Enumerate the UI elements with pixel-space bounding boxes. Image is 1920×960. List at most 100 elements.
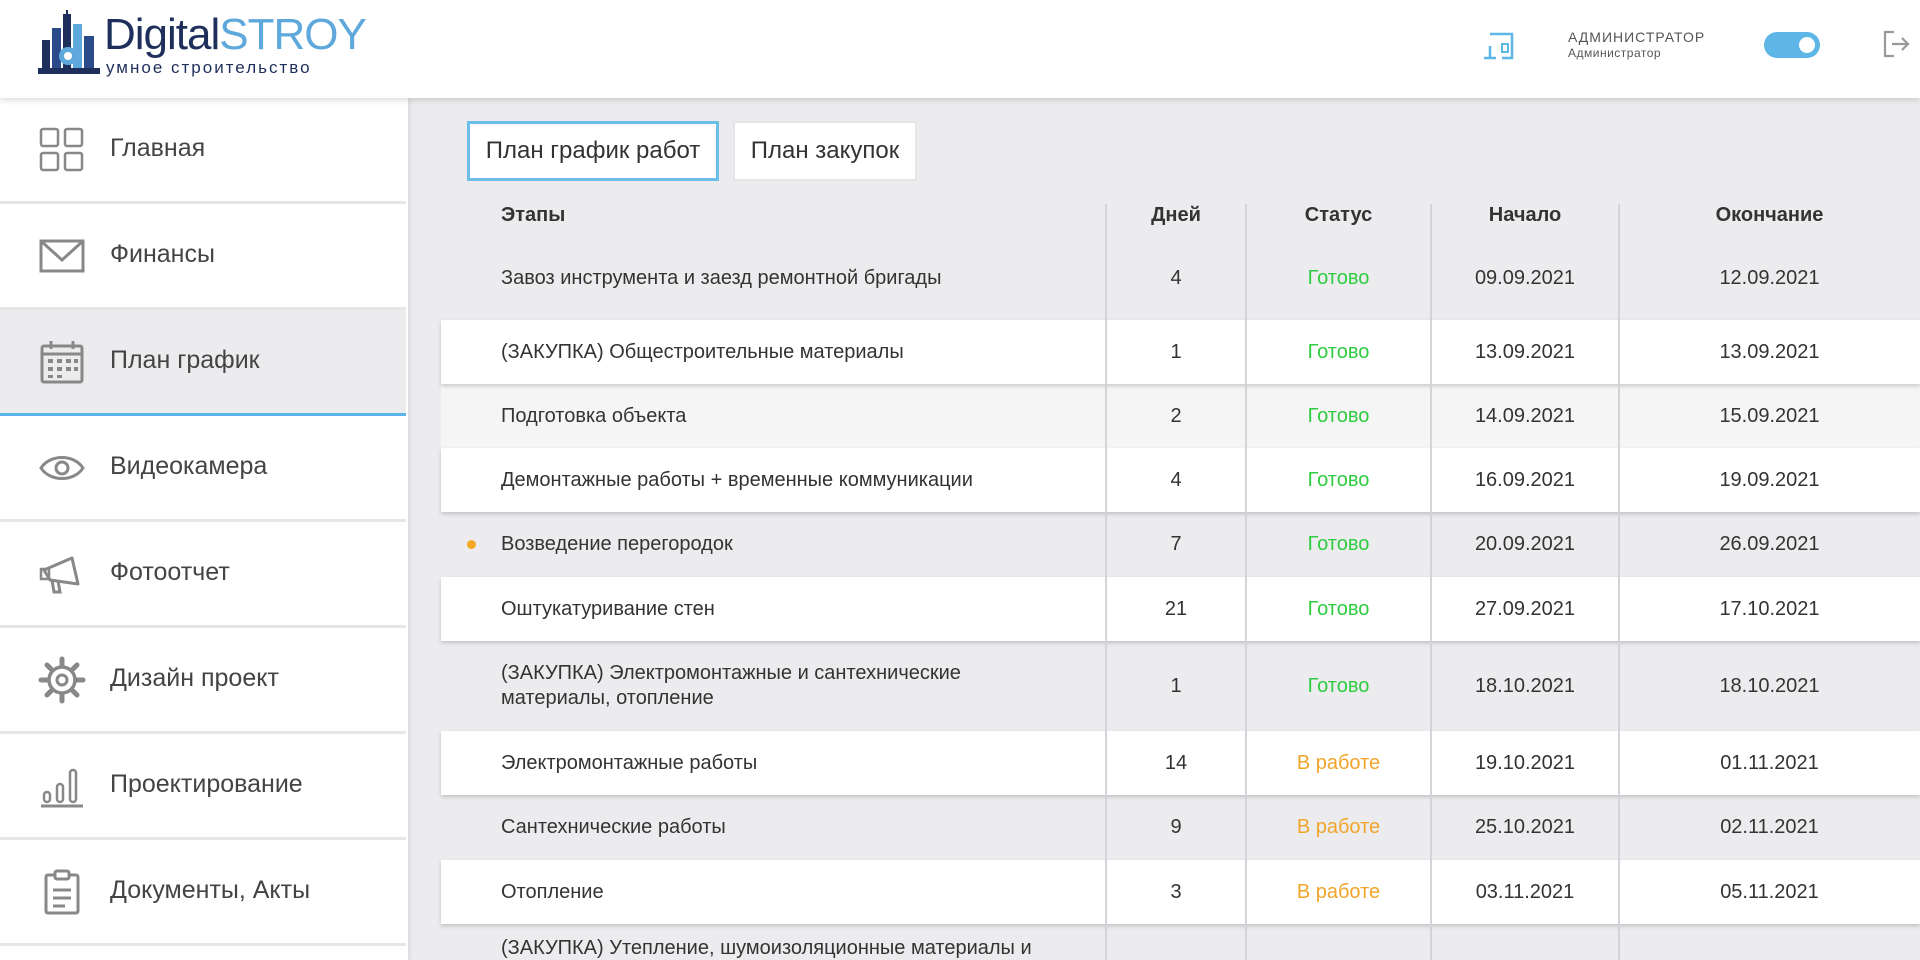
sidebar-item-label: Финансы xyxy=(110,240,215,268)
status-badge: Готово xyxy=(1307,404,1370,427)
sidebar-item-camera[interactable]: Видеокамера xyxy=(0,416,406,522)
table-row[interactable]: (ЗАКУПКА) Утепление, шумоизоляционные ма… xyxy=(441,924,1920,960)
tab-purchase-plan[interactable]: План закупок xyxy=(733,121,917,181)
sidebar-item-label: Дизайн проект xyxy=(110,664,279,692)
table-row[interactable]: Возведение перегородок 7 Готово 20.09.20… xyxy=(441,512,1920,576)
end-date: 12.09.2021 xyxy=(1719,266,1820,289)
start-date: 13.09.2021 xyxy=(1474,340,1576,363)
table-row[interactable]: Оштукатуривание стен 21 Готово 27.09.202… xyxy=(441,577,1920,641)
theme-toggle[interactable] xyxy=(1764,32,1820,58)
stage-name: (ЗАКУПКА) Общестроительные материалы xyxy=(501,340,904,363)
column-header-status[interactable]: Статус xyxy=(1246,204,1431,227)
table-row[interactable]: Сантехнические работы 9 В работе 25.10.2… xyxy=(441,795,1920,859)
stage-name: Отопление xyxy=(501,880,604,903)
megaphone-icon xyxy=(39,556,80,594)
logo-word-digital: Digital xyxy=(104,10,220,59)
gear-icon xyxy=(38,656,86,704)
column-divider xyxy=(1245,204,1247,960)
logo-word-stroy: STROY xyxy=(219,10,367,59)
column-divider xyxy=(1430,204,1432,960)
envelope-icon xyxy=(39,239,85,273)
bar-chart-icon xyxy=(41,768,83,808)
days-value: 3 xyxy=(1170,880,1182,903)
start-date: 25.10.2021 xyxy=(1474,815,1576,838)
sidebar-item-engineering[interactable]: Проектирование xyxy=(0,734,406,840)
days-value: 9 xyxy=(1170,815,1182,838)
sidebar-item-home[interactable]: Главная xyxy=(0,98,406,204)
sidebar-item-design[interactable]: Дизайн проект xyxy=(0,628,406,734)
column-header-days[interactable]: Дней xyxy=(1106,204,1246,227)
user-name: Администратор xyxy=(1568,46,1662,60)
stage-name: Электромонтажные работы xyxy=(501,751,758,774)
grid-icon xyxy=(39,127,84,172)
status-badge: Готово xyxy=(1307,266,1370,289)
logo[interactable]: DigitalSTROY умное строительство xyxy=(38,10,368,80)
current-stage-marker xyxy=(441,512,501,576)
stage-name: Возведение перегородок xyxy=(501,532,733,555)
app-header: DigitalSTROY умное строительство АДМИНИС… xyxy=(0,0,1920,98)
table-row[interactable]: Завоз инструмента и заезд ремонтной бриг… xyxy=(441,246,1920,310)
start-date: 20.09.2021 xyxy=(1474,532,1576,555)
table-row[interactable]: Электромонтажные работы 14 В работе 19.1… xyxy=(441,731,1920,795)
stage-name: Оштукатуривание стен xyxy=(501,597,715,620)
days-value: 4 xyxy=(1170,468,1182,491)
building-plan-icon[interactable] xyxy=(1482,30,1520,64)
sidebar-item-label: Главная xyxy=(110,134,206,162)
status-badge: Готово xyxy=(1307,597,1370,620)
days-value: 2 xyxy=(1170,404,1182,427)
days-value: 7 xyxy=(1170,532,1182,555)
column-divider xyxy=(1105,204,1107,960)
end-date: 15.09.2021 xyxy=(1719,404,1820,427)
toggle-knob xyxy=(1799,37,1815,53)
end-date: 13.09.2021 xyxy=(1719,340,1820,363)
stage-name: Демонтажные работы + временные коммуника… xyxy=(501,468,973,491)
schedule-table: Этапы Дней Статус Начало Окончание Завоз… xyxy=(441,190,1920,960)
end-date: 18.10.2021 xyxy=(1719,674,1820,697)
table-row[interactable]: Демонтажные работы + временные коммуника… xyxy=(441,448,1920,512)
tab-work-schedule[interactable]: План график работ xyxy=(467,121,719,181)
sidebar-item-label: Проектирование xyxy=(110,770,303,798)
stage-name: Завоз инструмента и заезд ремонтной бриг… xyxy=(501,266,942,289)
sidebar-item-documents[interactable]: Документы, Акты xyxy=(0,840,406,946)
sidebar-item-finance[interactable]: Финансы xyxy=(0,204,406,310)
calendar-icon xyxy=(40,341,84,384)
table-row[interactable]: (ЗАКУПКА) Общестроительные материалы 1 Г… xyxy=(441,320,1920,384)
column-divider xyxy=(1618,204,1620,960)
start-date: 09.09.2021 xyxy=(1474,266,1576,289)
sidebar-item-photo-report[interactable]: Фотоотчет xyxy=(0,522,406,628)
user-role: АДМИНИСТРАТОР xyxy=(1568,29,1706,45)
table-header: Этапы Дней Статус Начало Окончание xyxy=(441,190,1920,246)
end-date: 05.11.2021 xyxy=(1720,880,1819,903)
end-date: 26.09.2021 xyxy=(1719,532,1820,555)
table-row[interactable]: (ЗАКУПКА) Электромонтажные и сантехничес… xyxy=(441,641,1920,731)
end-date: 19.09.2021 xyxy=(1719,468,1820,491)
sidebar-item-label: Фотоотчет xyxy=(110,558,230,586)
sidebar: Главная Финансы План график Видеокамера xyxy=(0,98,408,960)
sidebar-item-schedule[interactable]: План график xyxy=(0,310,406,416)
stage-name: (ЗАКУПКА) Электромонтажные и сантехничес… xyxy=(501,662,961,709)
end-date: 02.11.2021 xyxy=(1720,815,1819,838)
start-date: 18.10.2021 xyxy=(1474,674,1576,697)
end-date: 01.11.2021 xyxy=(1720,751,1819,774)
days-value: 4 xyxy=(1170,266,1182,289)
column-header-end[interactable]: Окончание xyxy=(1619,204,1920,227)
table-row[interactable]: Отопление 3 В работе 03.11.2021 05.11.20… xyxy=(441,860,1920,924)
end-date: 17.10.2021 xyxy=(1719,597,1820,620)
status-badge: Готово xyxy=(1307,674,1370,697)
status-badge: Готово xyxy=(1307,532,1370,555)
status-badge: В работе xyxy=(1296,815,1381,838)
status-badge: Готово xyxy=(1307,340,1370,363)
column-header-start[interactable]: Начало xyxy=(1431,204,1619,227)
column-header-stages[interactable]: Этапы xyxy=(501,204,565,227)
clipboard-icon xyxy=(44,869,80,915)
logout-icon[interactable] xyxy=(1880,28,1912,60)
table-row[interactable]: Подготовка объекта 2 Готово 14.09.2021 1… xyxy=(441,384,1920,448)
stage-name: Сантехнические работы xyxy=(501,815,726,838)
start-date: 16.09.2021 xyxy=(1474,468,1576,491)
marker-dot-icon xyxy=(467,539,476,549)
stage-name: Подготовка объекта xyxy=(501,404,687,427)
start-date: 19.10.2021 xyxy=(1474,751,1576,774)
status-badge: В работе xyxy=(1296,880,1381,903)
sidebar-item-label: План график xyxy=(110,346,260,374)
logo-title: DigitalSTROY xyxy=(104,10,367,59)
